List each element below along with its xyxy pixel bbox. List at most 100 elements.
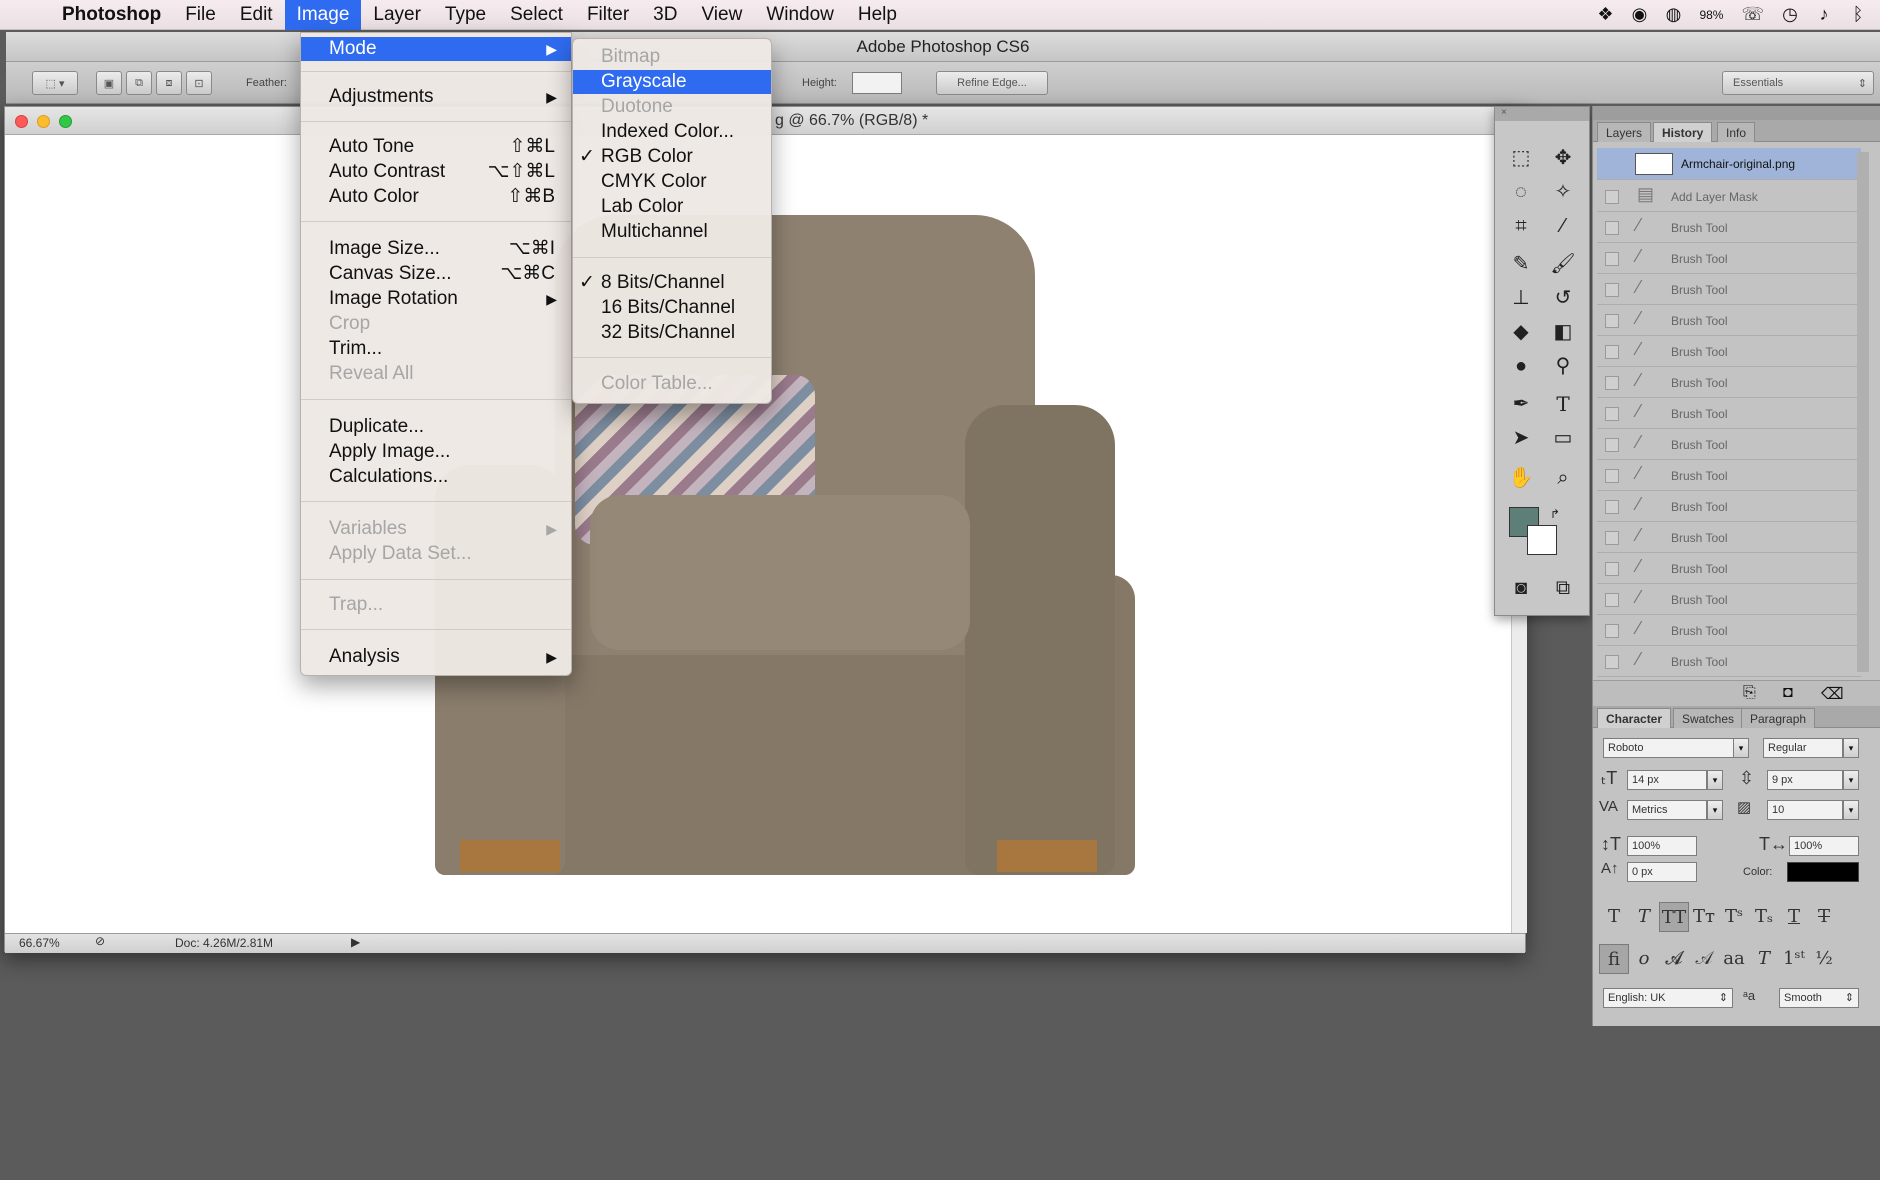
kerning-field[interactable]: Metrics	[1627, 800, 1707, 820]
menu-file[interactable]: File	[173, 0, 228, 30]
baseline-shift-field[interactable]: 0 px	[1627, 862, 1697, 882]
blur-tool-icon[interactable]: ⚲	[1545, 351, 1581, 381]
trash-icon[interactable]: ⌫	[1821, 684, 1844, 704]
volume-icon[interactable]: ♪	[1816, 4, 1832, 25]
menu-item-canvas-size[interactable]: Canvas Size... ⌥⌘C	[301, 262, 571, 286]
faux-italic-button[interactable]: T	[1629, 902, 1659, 932]
font-family-dropdown[interactable]: ▾	[1733, 738, 1749, 758]
tab-character[interactable]: Character	[1597, 708, 1672, 728]
small-caps-button[interactable]: Tᴛ	[1689, 902, 1719, 932]
history-scrollbar[interactable]	[1857, 152, 1869, 672]
history-state-item[interactable]: ⁄ Brush Tool	[1597, 647, 1861, 677]
status-menu-arrow-icon[interactable]: ▶	[351, 935, 360, 949]
menu-item-apply-image[interactable]: Apply Image...	[301, 440, 571, 464]
gradient-tool-icon[interactable]: ◧	[1545, 317, 1581, 347]
screen-mode-icon[interactable]: ⧉	[1545, 573, 1581, 603]
horizontal-scale-field[interactable]: 100%	[1789, 836, 1859, 856]
history-source-checkbox[interactable]	[1605, 252, 1619, 266]
tools-panel-header[interactable]: ×	[1495, 107, 1589, 121]
history-source-checkbox[interactable]	[1605, 469, 1619, 483]
menu-item-lab-color[interactable]: Lab Color	[573, 195, 771, 219]
history-source-checkbox[interactable]	[1605, 593, 1619, 607]
kerning-dropdown[interactable]: ▾	[1707, 800, 1723, 820]
history-state-item[interactable]: ⁄ Brush Tool	[1597, 244, 1861, 274]
battery-text[interactable]: 98%	[1699, 8, 1723, 22]
rectangle-tool-icon[interactable]: ▭	[1545, 423, 1581, 453]
eraser-tool-icon[interactable]: ◆	[1503, 317, 1539, 347]
font-style-dropdown[interactable]: ▾	[1843, 738, 1859, 758]
tracking-field[interactable]: 10	[1767, 800, 1843, 820]
menu-item-auto-tone[interactable]: Auto Tone ⇧⌘L	[301, 135, 571, 159]
titling-alternates-button[interactable]: aa	[1719, 944, 1749, 974]
contextual-alternates-button[interactable]: 𝑇	[1749, 944, 1779, 974]
menu-type[interactable]: Type	[433, 0, 498, 30]
mask-icon[interactable]: ◉	[1631, 4, 1648, 25]
history-state-item[interactable]: ⁄ Brush Tool	[1597, 368, 1861, 398]
history-source-checkbox[interactable]	[1605, 221, 1619, 235]
type-tool-icon[interactable]: T	[1545, 389, 1581, 419]
history-source-checkbox[interactable]	[1605, 314, 1619, 328]
workspace-select[interactable]: Essentials ⇕	[1722, 71, 1874, 95]
pen-tool-icon[interactable]: ✒	[1503, 389, 1539, 419]
superscript-button[interactable]: Tˢ	[1719, 902, 1749, 932]
new-selection-icon[interactable]: ▣	[96, 71, 122, 95]
history-state-item[interactable]: ⁄ Brush Tool	[1597, 461, 1861, 491]
menu-item-rgb-color[interactable]: ✓ RGB Color	[573, 145, 771, 169]
tracking-dropdown[interactable]: ▾	[1843, 800, 1859, 820]
history-state-item[interactable]: ▤ Add Layer Mask	[1597, 182, 1861, 212]
camera-icon[interactable]: ◘	[1783, 684, 1793, 702]
lasso-tool-icon[interactable]: ◌	[1503, 177, 1539, 207]
menu-item-image-size[interactable]: Image Size... ⌥⌘I	[301, 237, 571, 261]
font-size-field[interactable]: 14 px	[1627, 770, 1707, 790]
menu-item-multichannel[interactable]: Multichannel	[573, 220, 771, 244]
history-source-checkbox[interactable]	[1605, 376, 1619, 390]
menu-item-duplicate[interactable]: Duplicate...	[301, 415, 571, 439]
tab-paragraph[interactable]: Paragraph	[1741, 708, 1816, 728]
hand-tool-icon[interactable]: ✋	[1503, 463, 1539, 493]
history-snapshot[interactable]: ✎ Armchair-original.png	[1597, 148, 1861, 180]
leading-dropdown[interactable]: ▾	[1843, 770, 1859, 790]
background-color-swatch[interactable]	[1527, 525, 1557, 555]
quick-mask-icon[interactable]: ◙	[1503, 573, 1539, 603]
zoom-tool-icon[interactable]: ⌕	[1545, 463, 1581, 493]
vpn-icon[interactable]: ◍	[1665, 4, 1682, 25]
history-state-item[interactable]: ⁄ Brush Tool	[1597, 492, 1861, 522]
zoom-window-button[interactable]	[59, 115, 72, 128]
dodge-tool-icon[interactable]: ●	[1503, 351, 1539, 381]
menu-item-trim[interactable]: Trim...	[301, 337, 571, 361]
history-state-item[interactable]: ⁄ Brush Tool	[1597, 213, 1861, 243]
height-field[interactable]	[852, 72, 902, 94]
menu-edit[interactable]: Edit	[228, 0, 285, 30]
menu-item-adjustments[interactable]: Adjustments ▶	[301, 85, 571, 109]
history-source-checkbox[interactable]	[1605, 407, 1619, 421]
tab-swatches[interactable]: Swatches	[1673, 708, 1744, 728]
menu-item-auto-contrast[interactable]: Auto Contrast ⌥⇧⌘L	[301, 160, 571, 184]
history-state-item[interactable]: ⁄ Brush Tool	[1597, 616, 1861, 646]
add-selection-icon[interactable]: ⧉	[126, 71, 152, 95]
minimize-window-button[interactable]	[37, 115, 50, 128]
vertical-scale-field[interactable]: 100%	[1627, 836, 1697, 856]
brush-tool-icon[interactable]: 🖌	[1545, 249, 1581, 279]
phone-icon[interactable]: ☏	[1741, 4, 1764, 25]
time-machine-icon[interactable]: ◷	[1782, 4, 1798, 25]
menu-layer[interactable]: Layer	[361, 0, 433, 30]
history-source-checkbox[interactable]	[1605, 500, 1619, 514]
history-state-item[interactable]: ⁄ Brush Tool	[1597, 523, 1861, 553]
zoom-level[interactable]: 66.67%	[19, 936, 60, 950]
font-family-field[interactable]: Roboto	[1603, 738, 1735, 758]
language-select[interactable]: English: UK ⇕	[1603, 988, 1733, 1008]
history-state-item[interactable]: ⁄ Brush Tool	[1597, 430, 1861, 460]
history-source-checkbox[interactable]	[1605, 283, 1619, 297]
menu-item-32-bits[interactable]: 32 Bits/Channel	[573, 321, 771, 345]
close-window-button[interactable]	[15, 115, 28, 128]
history-state-item[interactable]: ⁄ Brush Tool	[1597, 275, 1861, 305]
history-state-item[interactable]: ⁄ Brush Tool	[1597, 306, 1861, 336]
intersect-selection-icon[interactable]: ⊡	[186, 71, 212, 95]
marquee-tool-preset[interactable]: ⬚ ▾	[32, 71, 78, 95]
refine-edge-button[interactable]: Refine Edge...	[936, 71, 1048, 95]
history-source-checkbox[interactable]	[1605, 655, 1619, 669]
subtract-selection-icon[interactable]: ⧈	[156, 71, 182, 95]
menu-select[interactable]: Select	[498, 0, 575, 30]
move-tool-icon[interactable]: ✥	[1545, 143, 1581, 173]
all-caps-button[interactable]: TT	[1659, 902, 1689, 932]
